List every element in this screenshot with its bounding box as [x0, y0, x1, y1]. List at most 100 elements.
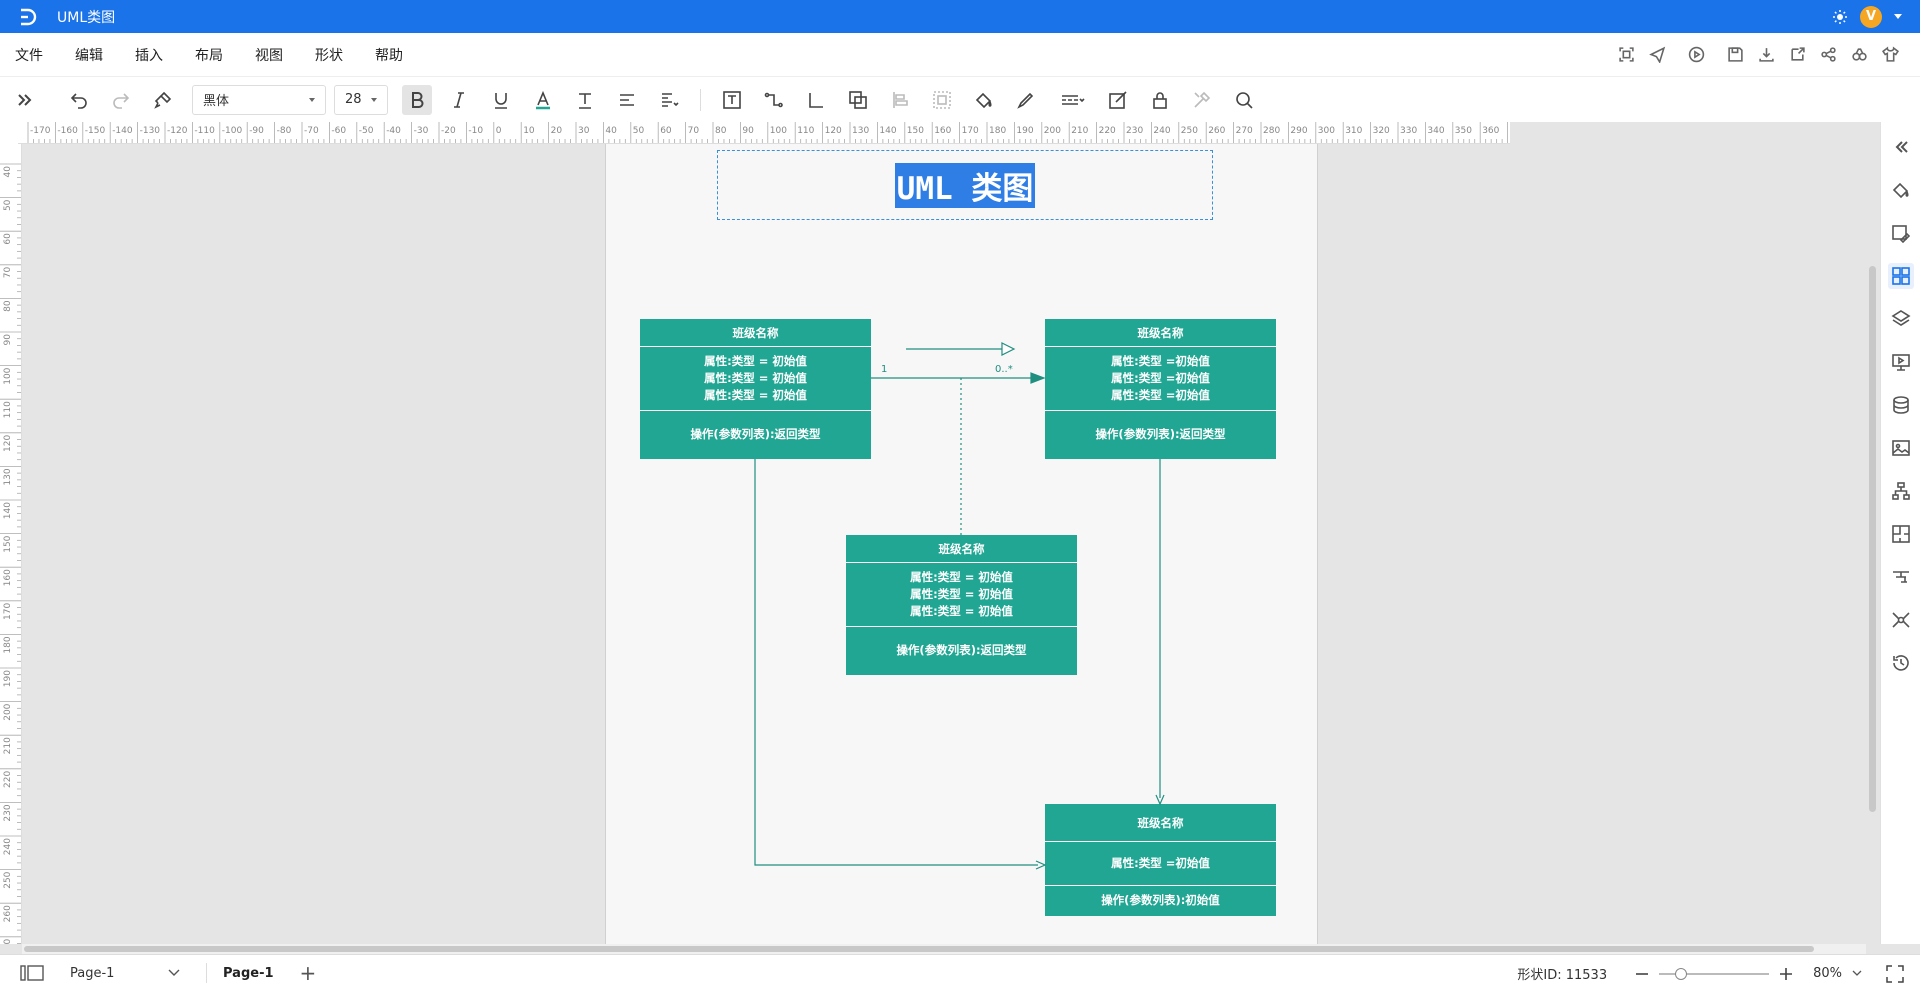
add-page-icon[interactable]: + [300, 961, 317, 985]
menu-shape[interactable]: 形状 [299, 45, 359, 65]
image-edit-icon[interactable] [1888, 220, 1914, 246]
mind-map-icon[interactable] [1888, 607, 1914, 633]
vip-badge-icon[interactable]: V [1860, 5, 1882, 28]
ruler-label: 100 [3, 367, 13, 384]
uml-class-top-right[interactable]: 班级名称 属性:类型 =初始值 属性:类型 =初始值 属性:类型 =初始值 操作… [1045, 319, 1276, 459]
horizontal-scroll-thumb[interactable] [24, 946, 1814, 952]
horizontal-scrollbar[interactable] [22, 944, 1866, 954]
page-tab-active[interactable]: Page-1 [223, 966, 274, 981]
zoom-chevron-icon[interactable] [1852, 970, 1862, 977]
line-spacing-icon[interactable] [654, 85, 684, 115]
search-icon[interactable] [1229, 85, 1259, 115]
underline-icon[interactable] [486, 85, 516, 115]
align-objects-icon[interactable] [885, 85, 915, 115]
format-painter-icon[interactable] [148, 85, 178, 115]
presentation-icon[interactable] [1888, 349, 1914, 375]
bold-icon[interactable] [402, 84, 432, 115]
text-box-icon[interactable] [717, 85, 747, 115]
redo-icon[interactable] [106, 85, 136, 115]
ruler-label: 110 [3, 401, 13, 418]
ruler-label: 10 [523, 126, 535, 136]
share-icon[interactable] [1818, 45, 1838, 65]
save-icon[interactable] [1725, 45, 1745, 65]
menu-layout[interactable]: 布局 [179, 45, 239, 65]
export-icon[interactable] [1787, 45, 1807, 65]
line-color-icon[interactable] [1011, 85, 1041, 115]
layers-icon[interactable] [1888, 306, 1914, 332]
lock-icon[interactable] [1145, 85, 1175, 115]
ruler-label: 40 [3, 166, 13, 178]
text-style-icon[interactable] [570, 85, 600, 115]
font-color-icon[interactable] [528, 85, 558, 115]
shape-id-label: 形状ID: 11533 [1517, 968, 1608, 983]
zoom-slider-knob[interactable] [1675, 967, 1688, 980]
group-icon[interactable] [927, 85, 957, 115]
line-style-icon[interactable] [1053, 85, 1091, 115]
grid-shapes-icon[interactable] [1887, 263, 1914, 289]
ruler-label: 300 [1318, 126, 1335, 136]
send-icon[interactable] [1647, 45, 1667, 65]
page-select[interactable]: Page-1 [70, 966, 180, 981]
theme-sun-icon[interactable] [1832, 9, 1848, 25]
diagram-title-box[interactable]: UML 类图 [717, 150, 1213, 220]
menu-help[interactable]: 帮助 [359, 45, 419, 65]
play-icon[interactable] [1686, 45, 1706, 65]
fill-color-icon[interactable] [969, 85, 999, 115]
expand-panel-icon[interactable] [10, 85, 40, 115]
history-icon[interactable] [1888, 650, 1914, 676]
ruler-label: 90 [742, 126, 754, 136]
uml-class-attributes: 属性:类型 = 初始值 属性:类型 = 初始值 属性:类型 = 初始值 [640, 347, 871, 411]
vertical-scrollbar[interactable] [1866, 144, 1878, 944]
download-icon[interactable] [1756, 45, 1776, 65]
collapse-panel-icon[interactable] [1888, 134, 1914, 160]
menu-edit[interactable]: 编辑 [59, 45, 119, 65]
uml-attribute: 属性:类型 = 初始值 [704, 388, 807, 402]
corner-line-icon[interactable] [801, 85, 831, 115]
uml-class-operation: 操作(参数列表):初始值 [1101, 893, 1220, 907]
font-family-select[interactable]: 黑体 [192, 84, 326, 115]
ruler-label: 80 [715, 126, 727, 136]
page-list-icon[interactable] [20, 965, 44, 981]
connector-style-icon[interactable] [759, 85, 789, 115]
diagram-title-text[interactable]: UML 类图 [894, 162, 1036, 208]
ruler-label: 320 [1373, 126, 1390, 136]
ruler-label: 130 [852, 126, 869, 136]
vertical-scroll-thumb[interactable] [1869, 266, 1876, 812]
zoom-out-icon[interactable] [1635, 967, 1649, 981]
timeline-icon[interactable] [1888, 564, 1914, 590]
tools-icon[interactable] [1187, 85, 1217, 115]
title-bar: UML类图 V [0, 0, 1920, 33]
uml-class-bottom-right[interactable]: 班级名称 属性:类型 =初始值 操作(参数列表):初始值 [1045, 804, 1276, 916]
uml-class-name: 班级名称 [1045, 319, 1276, 347]
zoom-slider[interactable] [1659, 967, 1770, 980]
zoom-in-icon[interactable] [1779, 967, 1793, 981]
uml-class-top-left[interactable]: 班级名称 属性:类型 = 初始值 属性:类型 = 初始值 属性:类型 = 初始值… [640, 319, 871, 459]
zoom-level[interactable]: 80% [1813, 966, 1842, 981]
floor-plan-icon[interactable] [1888, 521, 1914, 547]
arrange-layers-icon[interactable] [843, 85, 873, 115]
menu-view[interactable]: 视图 [239, 45, 299, 65]
italic-icon[interactable] [444, 85, 474, 115]
menu-file[interactable]: 文件 [0, 45, 59, 65]
font-size-select[interactable]: 28 [334, 84, 388, 115]
menu-insert[interactable]: 插入 [119, 45, 179, 65]
ruler-label: 210 [1071, 126, 1088, 136]
align-icon[interactable] [612, 85, 642, 115]
fit-screen-icon[interactable] [1616, 45, 1636, 65]
style-fill-icon[interactable] [1888, 177, 1914, 203]
uml-class-middle[interactable]: 班级名称 属性:类型 = 初始值 属性:类型 = 初始值 属性:类型 = 初始值… [846, 535, 1077, 675]
fullscreen-icon[interactable] [1886, 964, 1904, 983]
database-icon[interactable] [1888, 392, 1914, 418]
org-chart-icon[interactable] [1888, 478, 1914, 504]
uml-attribute: 属性:类型 = 初始值 [704, 354, 807, 368]
uml-attribute: 属性:类型 =初始值 [1111, 856, 1210, 870]
edit-style-icon[interactable] [1103, 85, 1133, 115]
account-dropdown-icon[interactable] [1894, 14, 1902, 19]
skin-shirt-icon[interactable] [1880, 45, 1900, 65]
undo-icon[interactable] [64, 85, 94, 115]
image-icon[interactable] [1888, 435, 1914, 461]
ruler-label: -20 [441, 126, 456, 136]
collaborate-icon[interactable] [1849, 45, 1869, 65]
ruler-label: 220 [1099, 126, 1116, 136]
ruler-label: 120 [3, 435, 13, 452]
